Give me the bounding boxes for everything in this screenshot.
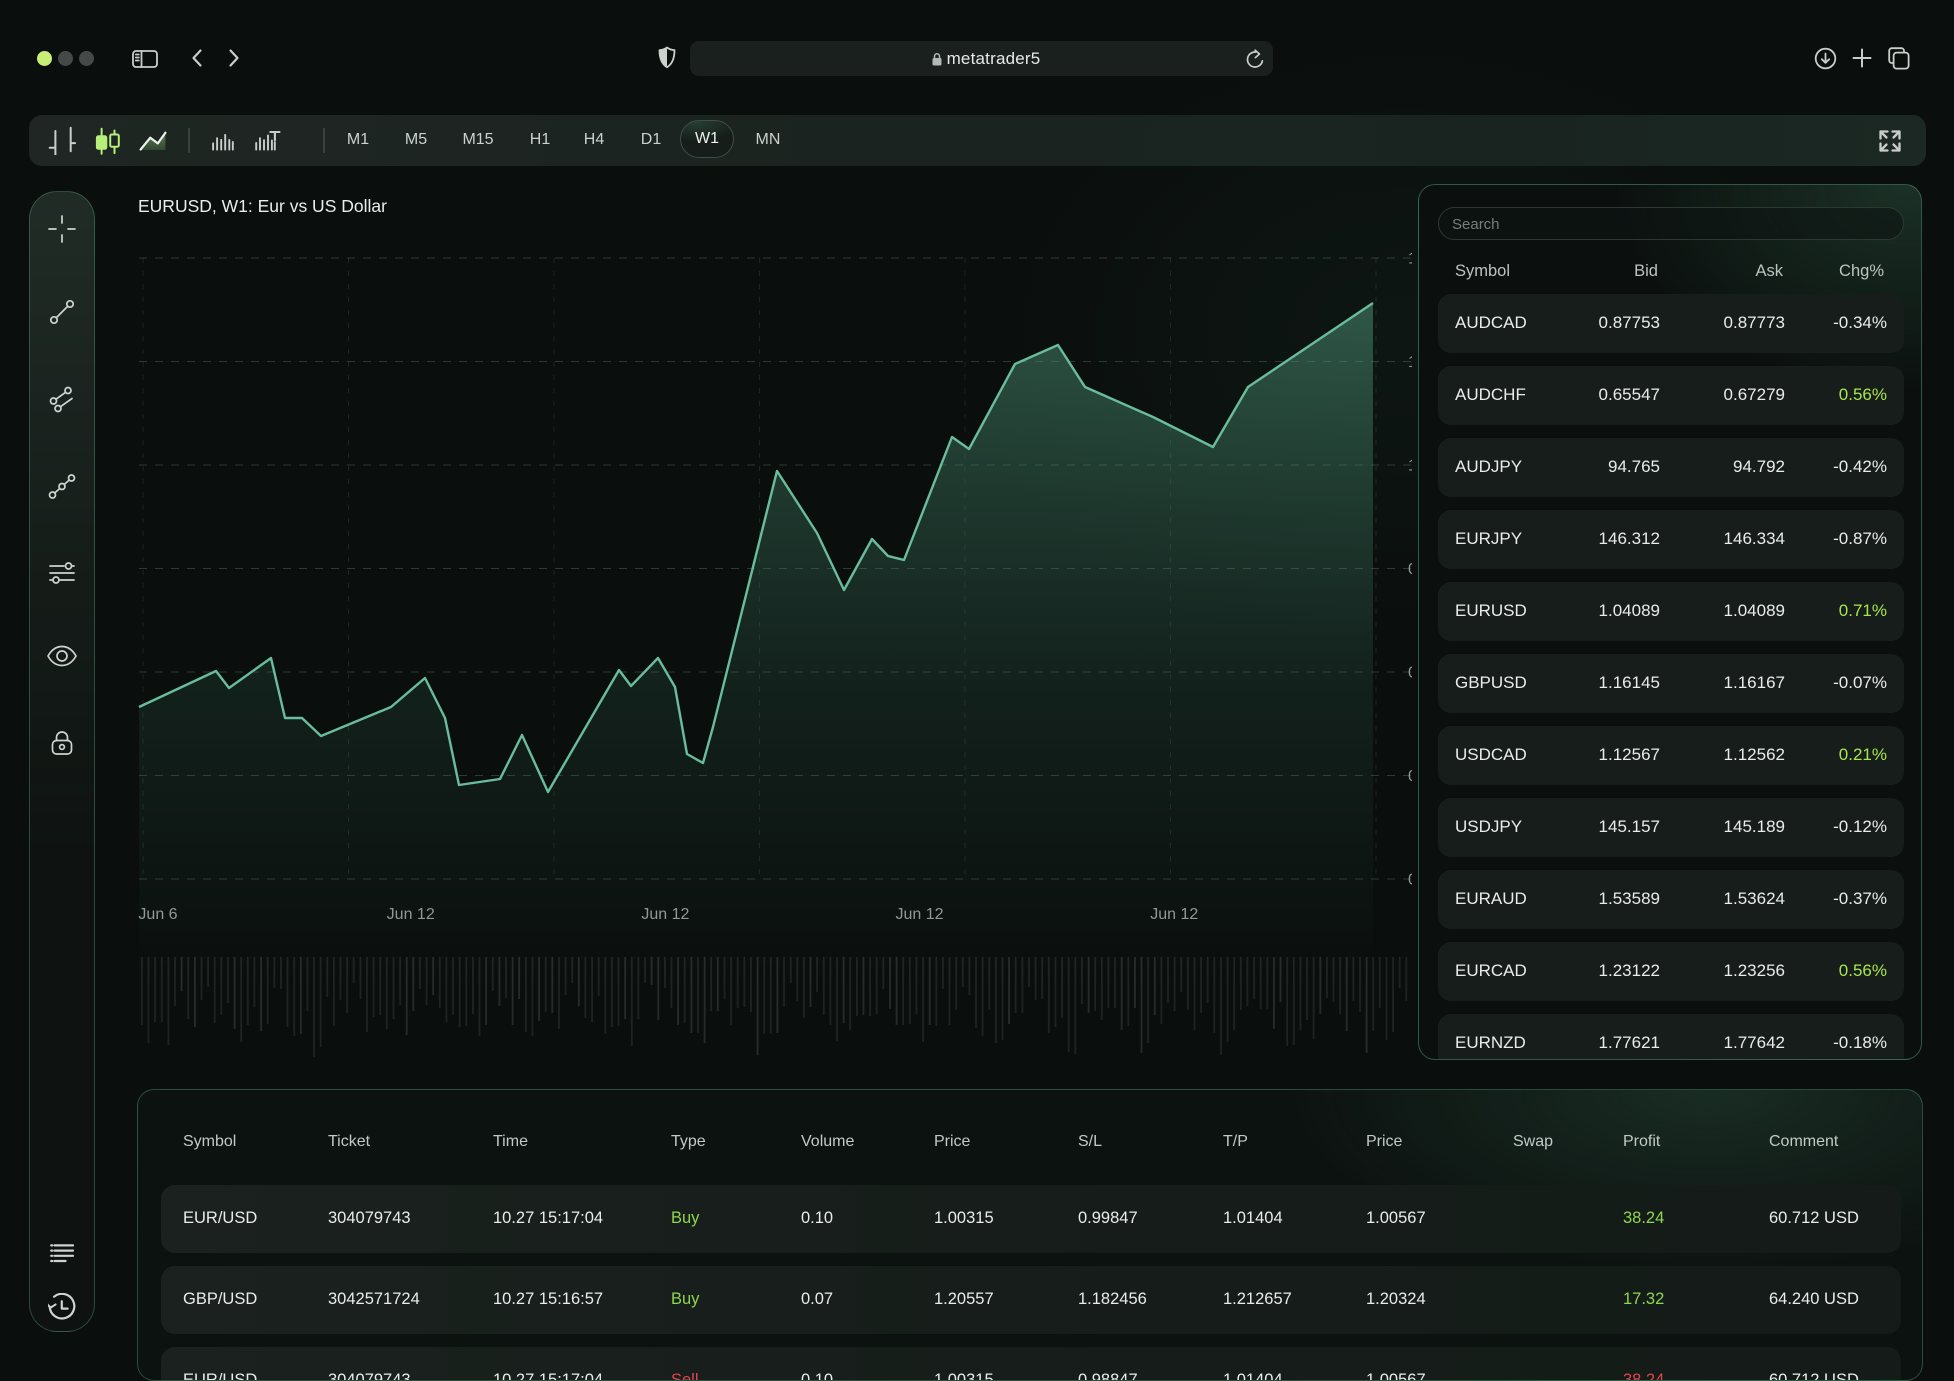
svg-text:Jun 12: Jun 12 xyxy=(895,906,943,923)
svg-text:1.04: 1.04 xyxy=(1408,458,1412,475)
svg-text:0.96: 0.96 xyxy=(1408,872,1412,889)
svg-text:1.06: 1.06 xyxy=(1408,251,1412,268)
svg-text:Jun 12: Jun 12 xyxy=(641,906,689,923)
svg-text:0.99: 0.99 xyxy=(1408,561,1412,578)
svg-text:Jun 6: Jun 6 xyxy=(138,906,177,923)
svg-text:Jun 12: Jun 12 xyxy=(1150,906,1198,923)
svg-text:0.98: 0.98 xyxy=(1408,665,1412,682)
svg-text:0.97: 0.97 xyxy=(1408,768,1412,785)
svg-text:1.05: 1.05 xyxy=(1408,354,1412,371)
svg-text:Jun 12: Jun 12 xyxy=(387,906,435,923)
